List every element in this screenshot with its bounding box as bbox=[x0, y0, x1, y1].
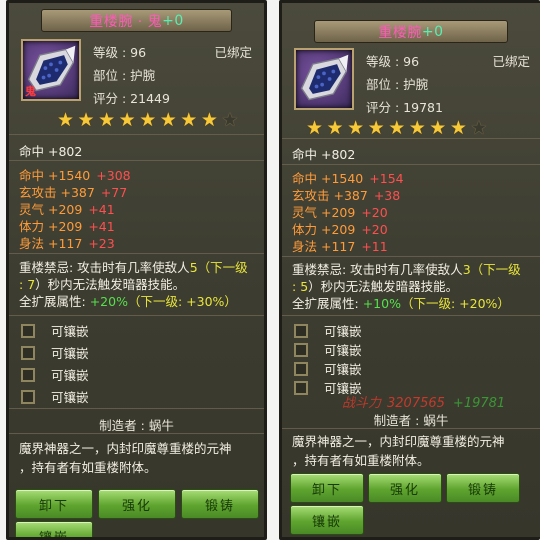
divider bbox=[9, 315, 264, 316]
divider bbox=[282, 256, 540, 257]
item-tooltip-left: 重楼腕 · 鬼 +0 鬼 等级 : 96 部位 : 护腕 评分 : 21449 … bbox=[6, 0, 267, 540]
item-title-name: 重楼腕 · 鬼 bbox=[89, 13, 163, 30]
item-tooltip-right: 重楼腕 +0 等级 : 96 部位 : 护腕 评分 : 19781 已绑定 ★ ★… bbox=[279, 0, 540, 540]
item-title-plus: +0 bbox=[421, 23, 444, 40]
divider bbox=[9, 253, 264, 254]
gem-socket[interactable]: 可镶嵌 bbox=[294, 340, 362, 359]
star-icon: ★ bbox=[408, 117, 426, 139]
wrist-guard-icon bbox=[300, 54, 349, 101]
item-score: 评分 : 19781 bbox=[366, 100, 443, 115]
unequip-button[interactable]: 卸下 bbox=[15, 489, 93, 519]
combat-power-watermark: 战斗力 3207565 +19781 bbox=[342, 396, 506, 411]
bound-label: 已绑定 bbox=[214, 45, 252, 60]
star-icon: ★ bbox=[77, 109, 95, 131]
divider bbox=[9, 433, 264, 434]
star-rating: ★ ★ ★ ★ ★ ★ ★ ★ ★ bbox=[57, 111, 238, 130]
item-score: 评分 : 21449 bbox=[93, 91, 170, 106]
star-icon: ★ bbox=[180, 109, 198, 131]
star-icon: ★ bbox=[221, 109, 239, 131]
star-icon: ★ bbox=[98, 109, 116, 131]
checkbox-icon bbox=[21, 323, 35, 338]
gem-socket[interactable]: 可镶嵌 bbox=[294, 359, 362, 378]
divider bbox=[282, 315, 540, 316]
checkbox-icon bbox=[21, 367, 35, 382]
star-icon: ★ bbox=[306, 117, 324, 139]
star-icon: ★ bbox=[429, 117, 447, 139]
base-stat: 命中 +802 bbox=[19, 144, 83, 159]
stat-row: 身法 +117 +11 bbox=[292, 239, 388, 254]
star-icon: ★ bbox=[347, 117, 365, 139]
item-level: 等级 : 96 bbox=[366, 54, 420, 69]
stat-row: 身法 +117 +23 bbox=[19, 236, 115, 251]
gem-socket[interactable]: 可镶嵌 bbox=[21, 343, 89, 362]
divider bbox=[9, 134, 264, 135]
item-slot: 部位 : 护腕 bbox=[366, 77, 429, 92]
star-icon: ★ bbox=[470, 117, 488, 139]
item-title-plus: +0 bbox=[162, 12, 184, 29]
divider bbox=[282, 164, 540, 165]
item-title-name: 重楼腕 bbox=[378, 24, 422, 41]
star-icon: ★ bbox=[326, 117, 344, 139]
star-icon: ★ bbox=[118, 109, 136, 131]
socket-button[interactable]: 镶嵌 bbox=[290, 505, 364, 535]
checkbox-icon bbox=[294, 323, 308, 338]
star-rating: ★ ★ ★ ★ ★ ★ ★ ★ ★ bbox=[306, 119, 487, 138]
base-stat: 命中 +802 bbox=[292, 147, 356, 162]
item-icon-slot[interactable]: 鬼 bbox=[21, 39, 81, 101]
enhance-button[interactable]: 强化 bbox=[98, 489, 176, 519]
star-icon: ★ bbox=[57, 109, 75, 131]
ghost-tag: 鬼 bbox=[25, 85, 36, 98]
checkbox-icon bbox=[21, 389, 35, 404]
checkbox-icon bbox=[21, 345, 35, 360]
panel-gap bbox=[267, 0, 279, 540]
star-icon: ★ bbox=[367, 117, 385, 139]
divider bbox=[9, 408, 264, 409]
flavor-text: 魔界神器之一，内封印魔尊重楼的元神 ，持有者有如重楼附体。 bbox=[292, 434, 505, 468]
skill-description: 重楼禁忌: 攻击时有几率使敌人5（下一级 : 7）秒内无法触发暗器技能。 全扩展… bbox=[19, 260, 248, 309]
star-icon: ★ bbox=[200, 109, 218, 131]
gem-socket[interactable]: 可镶嵌 bbox=[21, 387, 89, 406]
checkbox-icon bbox=[294, 380, 308, 395]
item-slot: 部位 : 护腕 bbox=[93, 68, 156, 83]
gem-socket[interactable]: 可镶嵌 bbox=[21, 321, 89, 340]
star-icon: ★ bbox=[159, 109, 177, 131]
enhance-button[interactable]: 强化 bbox=[368, 473, 442, 503]
maker-label: 制造者 : 蜗牛 bbox=[99, 418, 174, 433]
skill-description: 重楼禁忌: 攻击时有几率使敌人3（下一级 : 5）秒内无法触发暗器技能。 全扩展… bbox=[292, 262, 521, 311]
divider bbox=[282, 138, 540, 139]
item-icon-slot[interactable] bbox=[294, 48, 354, 110]
forge-button[interactable]: 锻铸 bbox=[446, 473, 520, 503]
divider bbox=[9, 160, 264, 161]
flavor-text: 魔界神器之一，内封印魔尊重楼的元神 ，持有者有如重楼附体。 bbox=[19, 441, 232, 475]
item-level: 等级 : 96 bbox=[93, 45, 147, 60]
item-title: 重楼腕 · 鬼 +0 bbox=[41, 9, 232, 32]
socket-button[interactable]: 镶嵌 bbox=[15, 521, 93, 537]
star-icon: ★ bbox=[139, 109, 157, 131]
star-icon: ★ bbox=[449, 117, 467, 139]
star-icon: ★ bbox=[388, 117, 406, 139]
checkbox-icon bbox=[294, 342, 308, 357]
checkbox-icon bbox=[294, 361, 308, 376]
unequip-button[interactable]: 卸下 bbox=[290, 473, 364, 503]
bound-label: 已绑定 bbox=[492, 54, 530, 69]
forge-button[interactable]: 锻铸 bbox=[181, 489, 259, 519]
gem-socket[interactable]: 可镶嵌 bbox=[294, 321, 362, 340]
gem-socket[interactable]: 可镶嵌 bbox=[21, 365, 89, 384]
divider bbox=[282, 428, 540, 429]
item-title: 重楼腕 +0 bbox=[314, 20, 508, 43]
maker-label: 制造者 : 蜗牛 bbox=[373, 413, 449, 428]
